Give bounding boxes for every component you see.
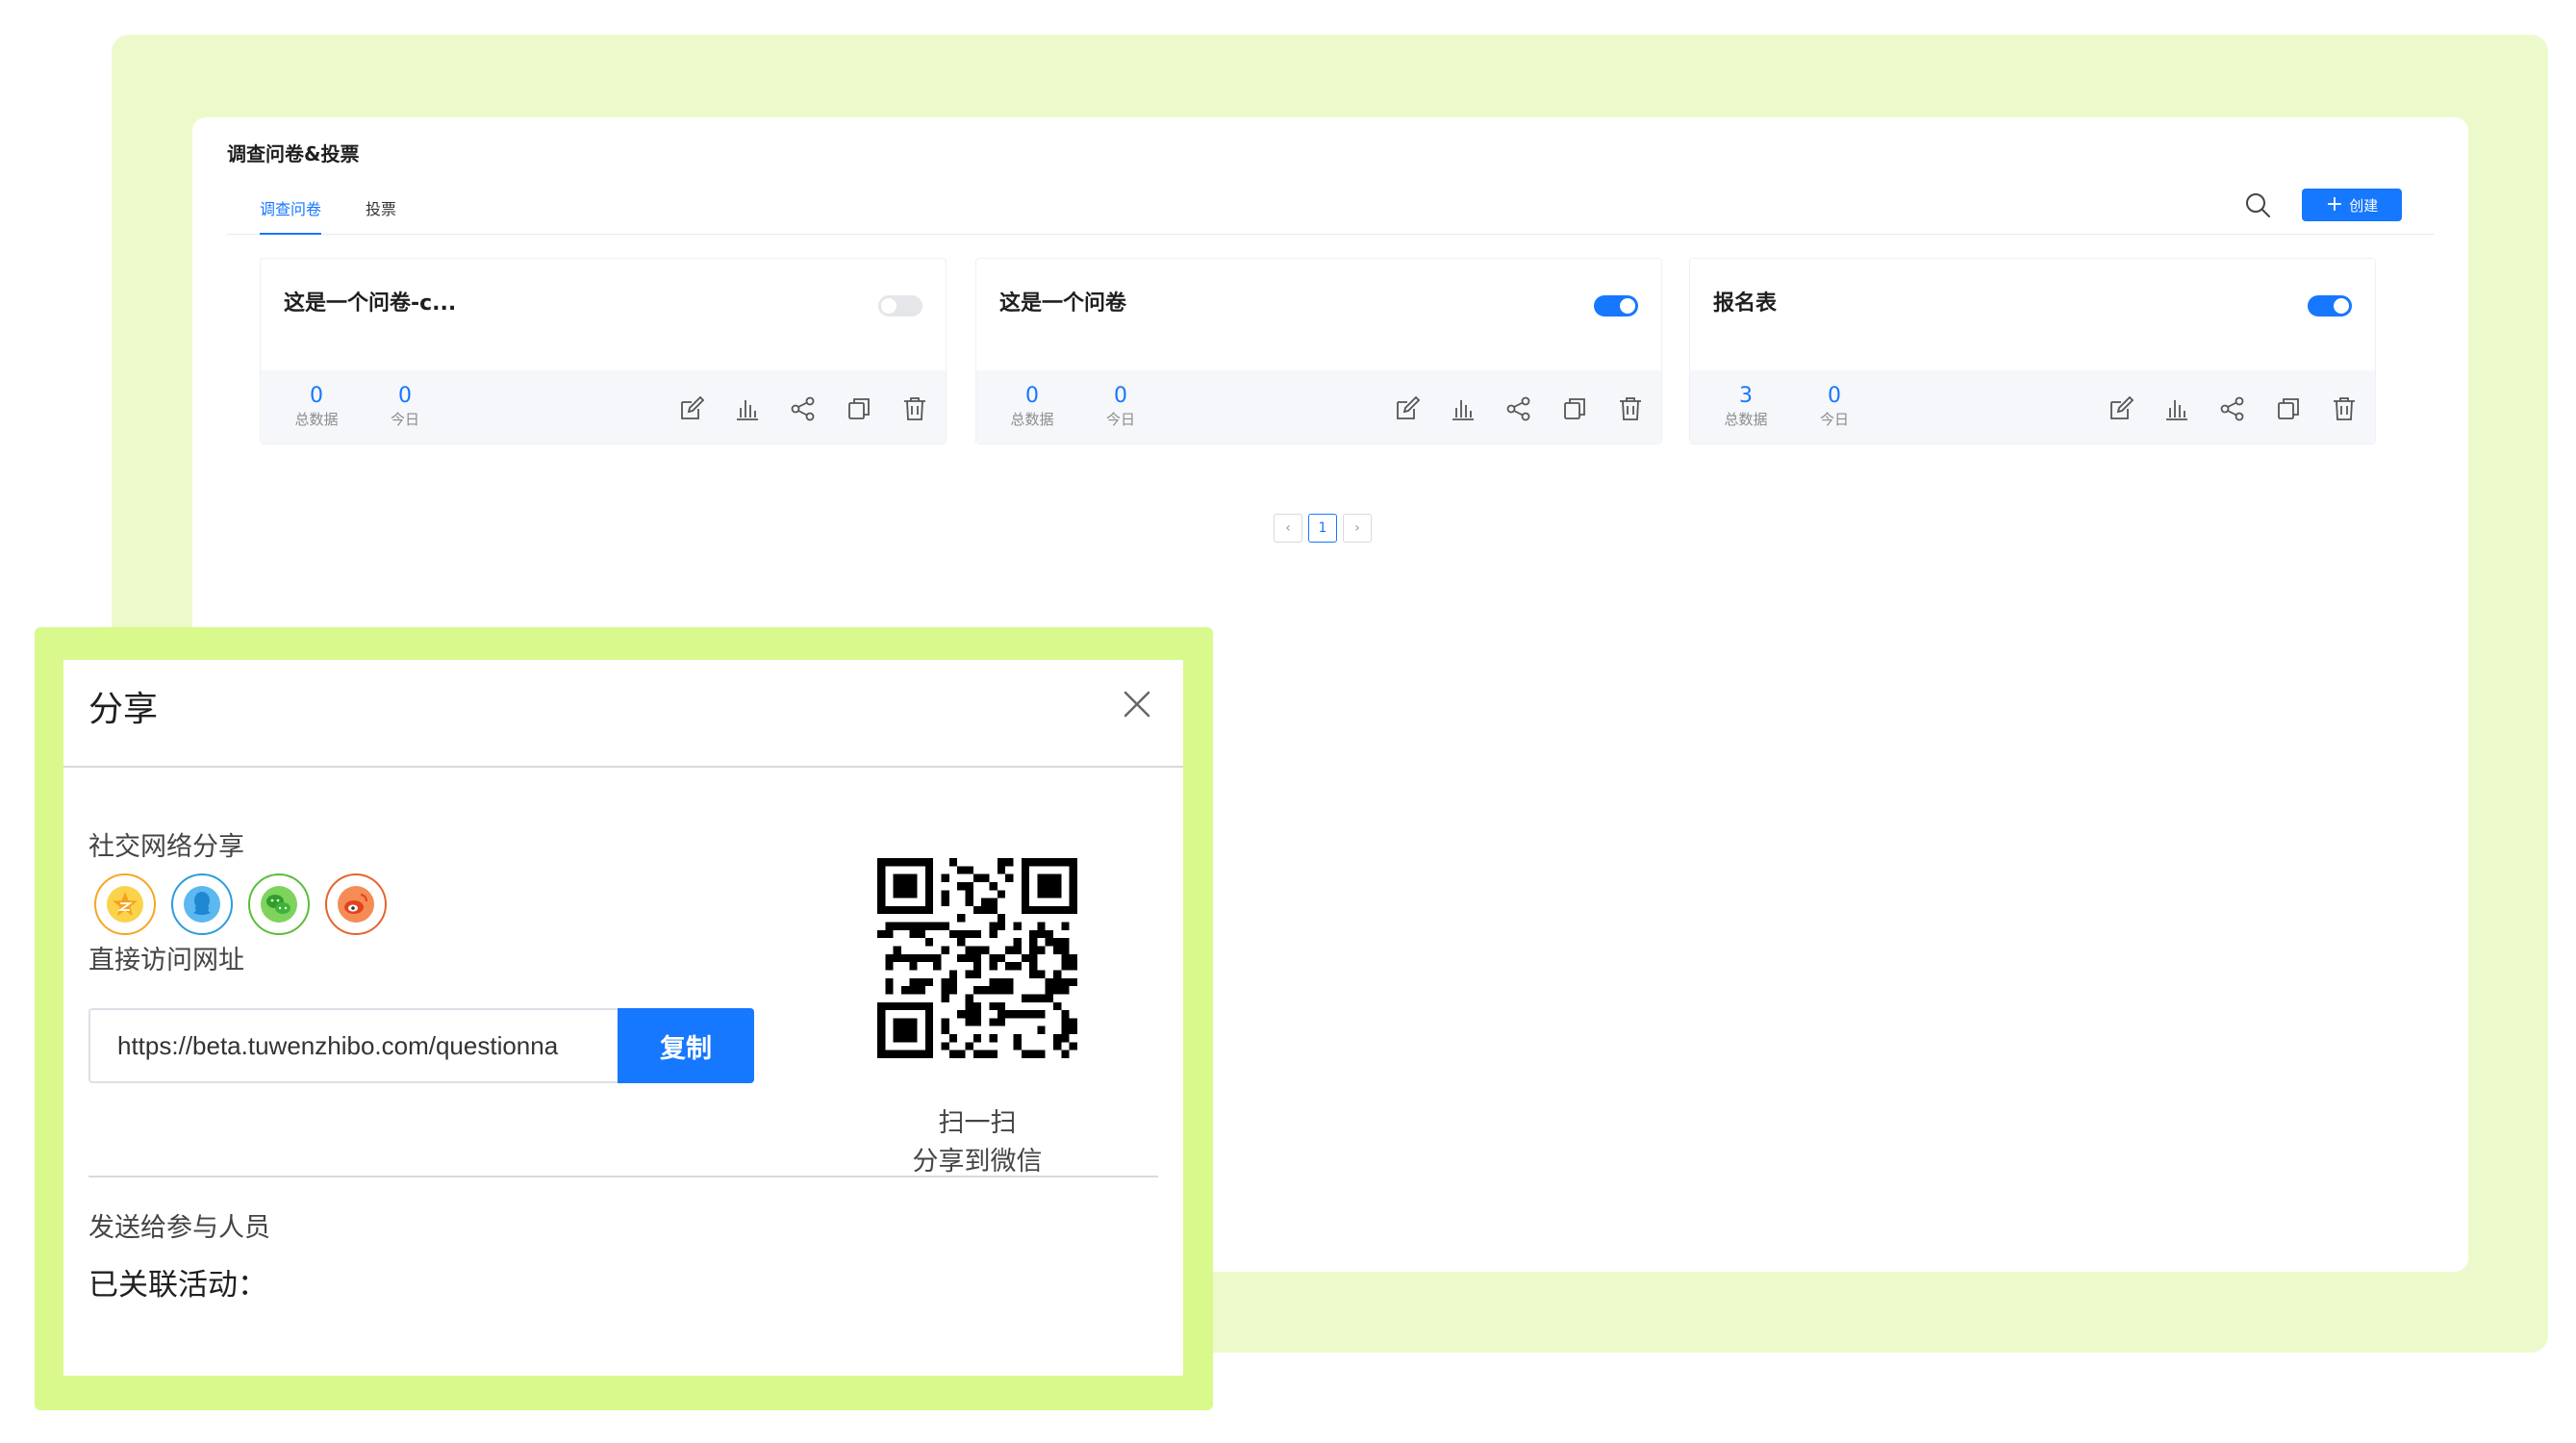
- delete-icon[interactable]: [899, 393, 930, 424]
- tab-vote[interactable]: 投票: [366, 196, 396, 235]
- edit-icon[interactable]: [676, 393, 707, 424]
- stat-total-value: 3: [1739, 384, 1753, 408]
- create-button[interactable]: + 创建: [2302, 189, 2402, 221]
- stat-today: 0 今日: [366, 384, 443, 430]
- linked-activity-label: 已关联活动：: [88, 1268, 267, 1303]
- survey-card[interactable]: 这是一个问卷-c... 0 总数据 0 今日: [260, 258, 947, 444]
- card-enable-toggle[interactable]: [1594, 295, 1638, 316]
- stat-total-value: 0: [1025, 384, 1039, 408]
- card-enable-toggle[interactable]: [878, 295, 922, 316]
- copy-icon[interactable]: [2273, 393, 2304, 424]
- edit-icon[interactable]: [2106, 393, 2136, 424]
- send-to-participants-label: 发送给参与人员: [88, 1213, 270, 1243]
- bar-chart-icon[interactable]: [732, 393, 763, 424]
- create-button-label: 创建: [2349, 196, 2379, 215]
- stat-today-value: 0: [398, 384, 412, 408]
- card-title: 报名表: [1713, 291, 1778, 316]
- stat-total: 0 总数据: [278, 384, 355, 430]
- card-title: 这是一个问卷: [999, 291, 1127, 316]
- share-icon[interactable]: [788, 393, 819, 424]
- modal-divider: [63, 766, 1183, 768]
- stat-today-label: 今日: [1105, 411, 1135, 428]
- stat-today-value: 0: [1828, 384, 1841, 408]
- search-icon[interactable]: [2243, 190, 2272, 219]
- plus-icon: +: [2325, 192, 2344, 216]
- survey-card[interactable]: 这是一个问卷 0 总数据 0 今日: [975, 258, 1662, 444]
- section-divider: [88, 1176, 1158, 1177]
- card-enable-toggle[interactable]: [2308, 295, 2352, 316]
- card-title: 这是一个问卷-c...: [284, 291, 457, 316]
- tab-survey[interactable]: 调查问卷: [260, 196, 322, 235]
- stat-total: 0 总数据: [994, 384, 1071, 430]
- wechat-icon[interactable]: [248, 873, 310, 935]
- qr-caption-line1: 扫一扫: [938, 1108, 1017, 1138]
- pagination-prev[interactable]: ‹: [1274, 514, 1302, 543]
- card-actions: [2106, 393, 2360, 424]
- share-modal: 分享 社交网络分享 直接访问网址 复制 扫一扫 分享到微信: [63, 660, 1183, 1376]
- stat-total-label: 总数据: [1724, 411, 1768, 428]
- delete-icon[interactable]: [2329, 393, 2360, 424]
- toggle-knob: [1620, 298, 1635, 314]
- qq-icon[interactable]: [171, 873, 233, 935]
- stat-today: 0 今日: [1082, 384, 1159, 430]
- delete-icon[interactable]: [1615, 393, 1646, 424]
- close-icon[interactable]: [1118, 685, 1156, 723]
- card-footer: 3 总数据 0 今日: [1690, 370, 2375, 443]
- card-actions: [676, 393, 930, 424]
- stat-today: 0 今日: [1796, 384, 1873, 430]
- direct-url-label: 直接访问网址: [88, 946, 244, 975]
- copy-icon[interactable]: [844, 393, 874, 424]
- survey-card[interactable]: 报名表 3 总数据 0 今日: [1689, 258, 2376, 444]
- qr-caption: 扫一扫 分享到微信: [871, 1104, 1083, 1181]
- weibo-icon[interactable]: [325, 873, 387, 935]
- copy-icon[interactable]: [1559, 393, 1590, 424]
- share-url-input[interactable]: [88, 1008, 621, 1083]
- social-share-buttons: [94, 873, 387, 935]
- copy-button[interactable]: 复制: [618, 1008, 754, 1083]
- stat-today-label: 今日: [390, 411, 419, 428]
- card-footer: 0 总数据 0 今日: [261, 370, 946, 443]
- pagination-page-current[interactable]: 1: [1308, 514, 1337, 543]
- stat-total-label: 总数据: [1010, 411, 1054, 428]
- pagination: ‹ 1 ›: [1274, 514, 1372, 543]
- modal-title: 分享: [88, 690, 159, 729]
- pagination-next[interactable]: ›: [1343, 514, 1372, 543]
- share-icon[interactable]: [1503, 393, 1534, 424]
- toggle-knob: [881, 298, 897, 314]
- stat-total-label: 总数据: [294, 411, 339, 428]
- toggle-knob: [2334, 298, 2349, 314]
- stat-today-value: 0: [1114, 384, 1127, 408]
- qzone-icon[interactable]: [94, 873, 156, 935]
- bar-chart-icon[interactable]: [2161, 393, 2192, 424]
- card-actions: [1392, 393, 1646, 424]
- bar-chart-icon[interactable]: [1448, 393, 1478, 424]
- tab-bar: 调查问卷 投票: [227, 196, 2434, 235]
- share-modal-highlight: 分享 社交网络分享 直接访问网址 复制 扫一扫 分享到微信: [35, 627, 1213, 1410]
- stat-total: 3 总数据: [1707, 384, 1784, 430]
- qr-code-image: [877, 858, 1077, 1058]
- stat-today-label: 今日: [1819, 411, 1849, 428]
- share-icon[interactable]: [2217, 393, 2248, 424]
- social-share-label: 社交网络分享: [88, 832, 244, 862]
- edit-icon[interactable]: [1392, 393, 1423, 424]
- page-title: 调查问卷&投票: [227, 142, 360, 165]
- card-footer: 0 总数据 0 今日: [976, 370, 1661, 443]
- stat-total-value: 0: [310, 384, 323, 408]
